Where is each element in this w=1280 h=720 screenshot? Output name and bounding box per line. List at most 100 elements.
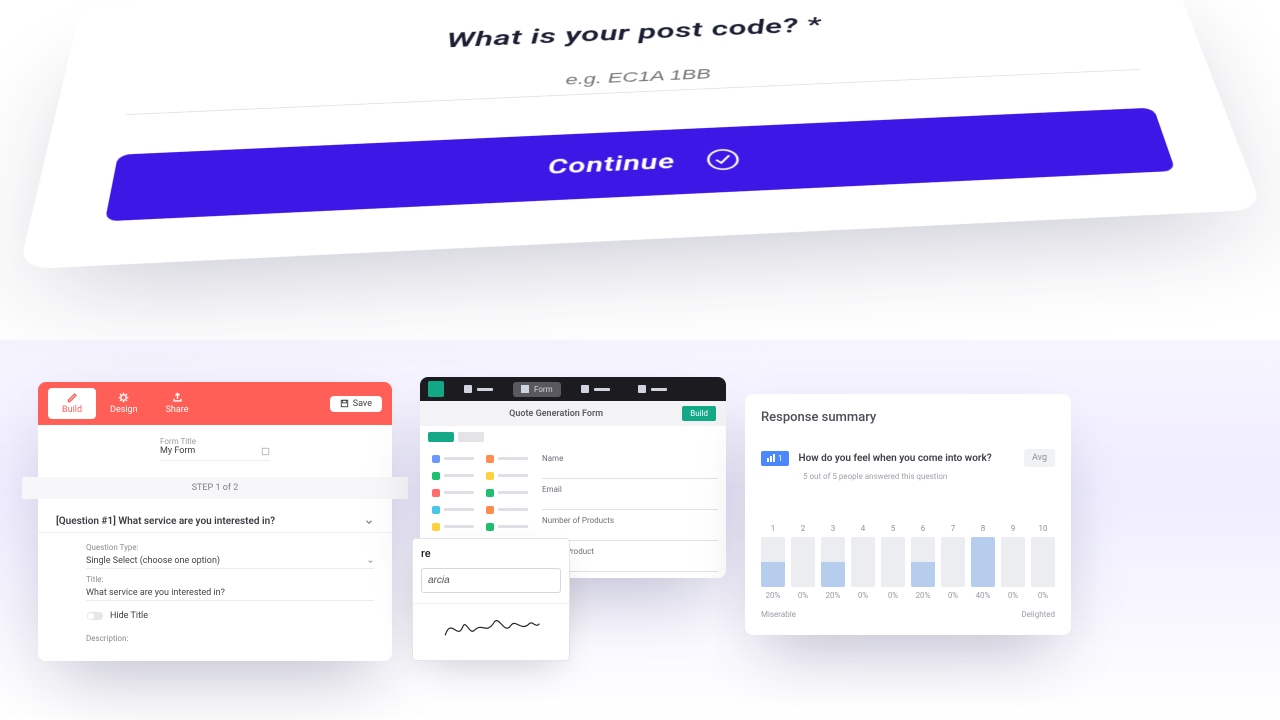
share-icon xyxy=(172,392,183,403)
summary-question: How do you feel when you come into work? xyxy=(799,453,992,464)
bar-column: 8 xyxy=(971,524,995,587)
nav-item[interactable] xyxy=(573,382,618,396)
bar-percent: 0% xyxy=(1001,591,1025,600)
palette-chip[interactable] xyxy=(482,469,532,482)
avg-chip[interactable]: Avg xyxy=(1024,449,1055,467)
bar xyxy=(911,537,935,587)
question-type-select[interactable]: Single Select (choose one option) xyxy=(86,554,374,569)
bar xyxy=(851,537,875,587)
palette-chip[interactable] xyxy=(428,486,478,499)
form-title: Quote Generation Form xyxy=(509,409,603,419)
chevron-down-icon xyxy=(367,558,374,565)
bar xyxy=(881,537,905,587)
bar-column: 6 xyxy=(911,524,935,587)
bar-column: 4 xyxy=(851,524,875,587)
bar-column: 10 xyxy=(1031,524,1055,587)
question-type-label: Question Type: xyxy=(86,543,374,552)
chevron-down-icon xyxy=(364,517,374,527)
hero-form-panel: What is your post code? * Continue xyxy=(19,0,1264,269)
palette-chip[interactable] xyxy=(428,520,478,533)
palette-chip[interactable] xyxy=(482,452,532,465)
bar-column: 7 xyxy=(941,524,965,587)
bar-percent: 20% xyxy=(911,591,935,600)
form-title-value[interactable]: My Form xyxy=(160,446,195,456)
continue-button[interactable]: Continue xyxy=(105,108,1176,222)
bar-column: 5 xyxy=(881,524,905,587)
signature-pad[interactable] xyxy=(413,603,569,650)
nav-item[interactable] xyxy=(630,382,675,396)
color-swatch-icon[interactable] xyxy=(261,447,270,456)
gear-icon xyxy=(118,392,129,403)
response-summary-card: Response summary 1 How do you feel when … xyxy=(745,394,1071,635)
tab-build[interactable]: Build xyxy=(48,388,96,419)
save-label: Save xyxy=(353,399,372,409)
app-nav: Form xyxy=(420,377,726,401)
palette-chip[interactable] xyxy=(428,469,478,482)
signature-name-input[interactable] xyxy=(421,568,561,593)
bar-chart-labels: 20%0%20%0%0%20%0%40%0%0% xyxy=(745,587,1071,600)
bar-category: 6 xyxy=(921,524,926,533)
question-accordion-header[interactable]: [Question #1] What service are you inter… xyxy=(38,511,392,533)
bar-chart: 1 2 3 4 5 6 7 8 9 10 xyxy=(745,481,1071,587)
question-type-value: Single Select (choose one option) xyxy=(86,556,220,566)
question-badge: 1 xyxy=(761,451,789,466)
title-label: Title: xyxy=(86,575,374,584)
bar xyxy=(761,537,785,587)
bar-category: 9 xyxy=(1011,524,1016,533)
bar-percent: 0% xyxy=(1031,591,1055,600)
breadcrumb xyxy=(420,426,726,448)
tab-share[interactable]: Share xyxy=(152,388,203,419)
bar-category: 3 xyxy=(831,524,836,533)
app-logo xyxy=(428,381,444,397)
field-input[interactable] xyxy=(542,466,718,479)
bar-category: 4 xyxy=(861,524,866,533)
nav-item-form[interactable]: Form xyxy=(513,382,561,397)
crumb-active[interactable] xyxy=(428,432,454,442)
bar-category: 7 xyxy=(951,524,956,533)
palette-chip[interactable] xyxy=(482,503,532,516)
field-label: Name xyxy=(542,454,718,463)
pencil-icon xyxy=(67,392,78,403)
field-input[interactable] xyxy=(542,497,718,510)
bar xyxy=(1001,537,1025,587)
question-header-text: [Question #1] What service are you inter… xyxy=(56,516,275,527)
form-title-label: Form Title xyxy=(160,437,270,446)
bar-percent: 0% xyxy=(881,591,905,600)
checkmark-circle-icon xyxy=(705,147,743,172)
bar-column: 2 xyxy=(791,524,815,587)
nav-item[interactable] xyxy=(456,382,501,396)
build-badge[interactable]: Build xyxy=(682,406,716,421)
tab-label: Build xyxy=(62,405,82,415)
title-input[interactable]: What service are you interested in? xyxy=(86,586,374,601)
bar xyxy=(791,537,815,587)
builder-topbar: Build Design Share Save xyxy=(38,382,392,425)
tab-label: Share xyxy=(166,405,189,415)
scale-left-label: Miserable xyxy=(761,610,796,619)
palette-chip[interactable] xyxy=(428,503,478,516)
field-label: Email xyxy=(542,485,718,494)
hide-title-toggle[interactable]: Hide Title xyxy=(86,611,148,621)
signature-popover: re xyxy=(412,538,570,661)
palette-chip[interactable] xyxy=(428,452,478,465)
palette-chip[interactable] xyxy=(482,520,532,533)
bar-percent: 0% xyxy=(941,591,965,600)
bar-percent: 0% xyxy=(851,591,875,600)
field-label: Number of Products xyxy=(542,516,718,525)
palette-chip[interactable] xyxy=(482,486,532,499)
signature-scribble-icon xyxy=(441,610,541,644)
bar-category: 5 xyxy=(891,524,896,533)
bar xyxy=(1031,537,1055,587)
bar-column: 3 xyxy=(821,524,845,587)
bar-category: 2 xyxy=(801,524,806,533)
bar-column: 1 xyxy=(761,524,785,587)
step-indicator: STEP 1 of 2 xyxy=(22,477,408,499)
bar-percent: 20% xyxy=(761,591,785,600)
bar-percent: 20% xyxy=(821,591,845,600)
bar-category: 10 xyxy=(1039,524,1048,533)
bar xyxy=(941,537,965,587)
continue-button-label: Continue xyxy=(548,150,676,180)
tab-design[interactable]: Design xyxy=(96,388,152,419)
signature-label: re xyxy=(421,547,561,560)
crumb[interactable] xyxy=(458,432,484,442)
save-button[interactable]: Save xyxy=(330,396,382,412)
